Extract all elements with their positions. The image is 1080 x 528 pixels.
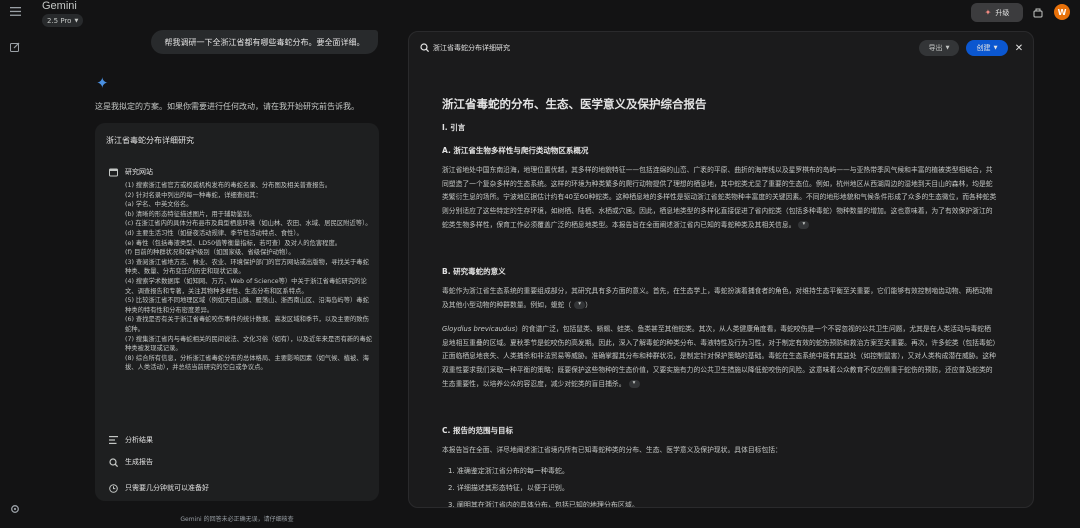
chevron-down-icon[interactable]: ▾ (628, 379, 640, 388)
paragraph-c: 本报告旨在全面、详尽地阐述浙江省境内所有已知毒蛇种类的分布、生态、医学意义及保护… (442, 446, 782, 454)
plan-step: (d) 主要生活习性（如昼夜活动规律、季节性活动特点、食性）。 (125, 229, 303, 237)
plan-step: (e) 毒性（包括毒液类型、LD50值等衡量指标，若可查）及对人的危害程度。 (125, 239, 342, 247)
research-plan-card: 浙江省毒蛇分布详细研究 研究网站 (1) 搜索浙江省官方或权威机构发布的毒蛇名录… (95, 123, 379, 501)
plan-intro-text: 这是我拟定的方案。如果你需要进行任何改动，请在我开始研究前告诉我。 (95, 102, 359, 111)
paragraph-a: 浙江省地处中国东南沿海，地理位置优越，其多样的地貌特征——包括连绵的山峦、广袤的… (442, 164, 997, 233)
plan-steps: (1) 搜索浙江省官方或权威机构发布的毒蛇名录、分布图及相关普查报告。 (2) … (125, 181, 373, 373)
list-icon (108, 435, 118, 445)
section-eta: 只需要几分钟就可以准备好 (108, 483, 209, 493)
tools-icon[interactable] (1031, 6, 1045, 20)
plan-step: (1) 搜索浙江省官方或权威机构发布的毒蛇名录、分布图及相关普查报告。 (125, 182, 332, 189)
section-time-label: 只需要几分钟就可以准备好 (125, 484, 209, 492)
model-selector[interactable]: 2.5 Pro ▼ (42, 14, 84, 27)
plan-step: (6) 查找是否有关于浙江省毒蛇咬伤事件的统计数据、高发区域和季节，以及主要的致… (125, 316, 369, 333)
panel-title: 浙江省毒蛇分布详细研究 (433, 44, 510, 52)
report-panel: 浙江省毒蛇分布详细研究 导出 ▼ 创建 ▼ ✕ 浙江省毒蛇的分布、生态、医学意义… (408, 31, 1034, 508)
menu-icon[interactable] (8, 4, 22, 18)
paragraph-b2-text: ）的食谱广泛，包括鼠类、蜥蜴、蛙类、鱼类甚至其他蛇类。其次，从人类健康角度看，毒… (442, 325, 996, 388)
plan-step: (8) 综合所有信息，分析浙江省毒蛇分布的总体格局、主要影响因素（如气候、植被、… (125, 354, 369, 372)
plan-step: (f) 目前的种群状况和保护级别（如国家级、省级保护动物）。 (125, 249, 295, 257)
close-icon[interactable]: ✕ (1013, 41, 1025, 55)
chevron-down-icon: ▼ (993, 45, 998, 51)
report-title: 浙江省毒蛇的分布、生态、医学意义及保护综合报告 (442, 97, 707, 111)
avatar[interactable]: W (1054, 4, 1070, 20)
research-icon (108, 457, 118, 467)
sparkle-icon: ✦ (984, 8, 992, 17)
plan-step: (c) 在浙江省内的具体分布县市及典型栖息环境（如山林、农田、水域、居民区附近等… (125, 220, 372, 228)
plan-step: (5) 比较浙江省不同地理区域（例如天目山脉、雁荡山、浙西南山区、沿海岛屿等）毒… (125, 297, 369, 314)
paragraph-b2: Gloydius brevicaudus）的食谱广泛，包括鼠类、蜥蜴、蛙类、鱼类… (442, 323, 997, 392)
section-research-label: 研究网站 (125, 168, 153, 176)
plan-step: (2) 针对名录中列出的每一种毒蛇，详细查阅其： (125, 191, 262, 199)
plan-step: (3) 查阅浙江省地方志、林业、农业、环境保护部门的官方网站或出版物，寻找关于毒… (125, 258, 369, 276)
list-item: 2. 详细描述其形态特征，以便于识别。 (448, 484, 569, 492)
clock-icon (108, 483, 118, 493)
section-report-label: 生成报告 (125, 458, 153, 466)
paragraph-b1: 毒蛇作为浙江省生态系统的重要组成部分，其研究具有多方面的意义。首先，在生态学上，… (442, 287, 993, 309)
chevron-down-icon[interactable]: ▾ (574, 300, 586, 309)
section-analyze-label: 分析结果 (125, 436, 153, 444)
panel-toolbar: 浙江省毒蛇分布详细研究 导出 ▼ 创建 ▼ ✕ (409, 32, 1033, 64)
new-chat-icon[interactable] (8, 40, 22, 54)
user-message: 帮我调研一下全浙江省都有哪些毒蛇分布。要全面详细。 (151, 30, 378, 54)
export-button[interactable]: 导出 ▼ (919, 40, 959, 56)
upgrade-button[interactable]: ✦ 升级 (971, 3, 1023, 22)
upgrade-label: 升级 (995, 8, 1010, 17)
plan-title: 浙江省毒蛇分布详细研究 (106, 136, 194, 145)
heading-a: A. 浙江省生物多样性与爬行类动物区系概况 (442, 146, 589, 155)
heading-c: C. 报告的范围与目标 (442, 426, 513, 435)
plan-step: (b) 清晰的形态特征描述图片，用于辅助鉴别。 (125, 210, 256, 218)
export-label: 导出 (928, 44, 943, 52)
disclaimer: Gemini 的回答未必正确无误，请仔细核查 (180, 516, 294, 523)
gemini-spark-icon: ✦ (96, 74, 109, 92)
heading-intro: I. 引言 (442, 123, 466, 132)
model-label: 2.5 Pro (47, 16, 72, 25)
gemini-app: Gemini 2.5 Pro ▼ ✦ 升级 W 帮我调研一下全浙江省都有哪些毒蛇… (0, 0, 1080, 528)
settings-gear-icon[interactable] (8, 502, 22, 516)
browser-icon (108, 167, 118, 177)
list-item: 3. 阐明其在浙江省内的具体分布，包括已知的地理分布区域。 (448, 501, 639, 508)
chevron-down-icon: ▼ (945, 45, 950, 51)
plan-step: (a) 学名、中英文俗名。 (125, 201, 193, 209)
plan-step: (7) 搜集浙江省内与毒蛇相关的民间说法、文化习俗（如有），以及近年来是否有新的… (125, 335, 373, 353)
section-generate-report: 生成报告 (108, 457, 153, 467)
paragraph-b1-text: 毒蛇作为浙江省生态系统的重要组成部分，其研究具有多方面的意义。首先，在生态学上，… (442, 287, 993, 309)
create-label: 创建 (976, 44, 991, 52)
heading-b: B. 研究毒蛇的意义 (442, 267, 506, 276)
chevron-down-icon: ▼ (74, 17, 79, 24)
section-analyze-results: 分析结果 (108, 435, 153, 445)
objectives-list: 1. 准确鉴定浙江省分布的每一种毒蛇。 2. 详细描述其形态特征，以便于识别。 … (448, 463, 639, 508)
section-research-websites: 研究网站 (108, 167, 153, 177)
chevron-down-icon[interactable]: ▾ (798, 220, 810, 229)
brand-title: Gemini (42, 0, 77, 12)
left-rail (0, 0, 30, 528)
paragraph-a-text: 浙江省地处中国东南沿海，地理位置优越，其多样的地貌特征——包括连绵的山峦、广袤的… (442, 166, 997, 229)
create-button[interactable]: 创建 ▼ (966, 40, 1008, 56)
species-name: Gloydius brevicaudus (442, 325, 516, 333)
plan-step: (4) 搜索学术数据库（如知网、万方、Web of Science等）中关于浙江… (125, 277, 367, 295)
list-item: 1. 准确鉴定浙江省分布的每一种毒蛇。 (448, 467, 569, 475)
research-icon (419, 42, 429, 52)
